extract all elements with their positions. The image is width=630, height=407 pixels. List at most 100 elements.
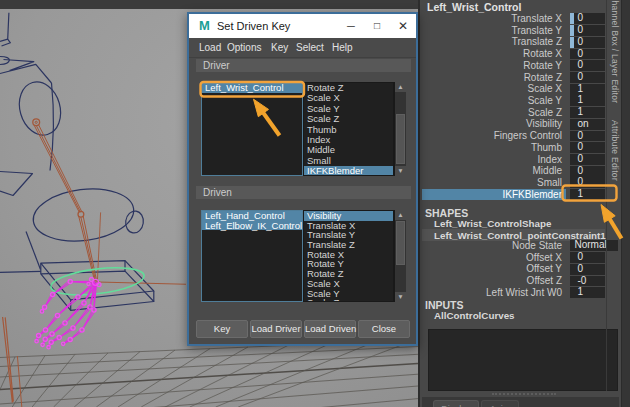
channel-value-field[interactable]: 0 [570,37,605,48]
layer-editor-tab-bar: Display Anim [422,397,619,407]
tab-channel-box-layer-editor[interactable]: Channel Box / Layer Editor [608,0,620,103]
channel-row[interactable]: IKFKBlemder 1 [422,189,619,201]
close-dialog-button[interactable]: Close [358,320,410,338]
channel-row[interactable]: Fingers Control 0 [422,130,619,142]
channel-value-field[interactable]: 0 [570,252,605,263]
load-driven-button[interactable]: Load Driven [304,320,356,338]
channel-value-field[interactable]: 1 [570,189,605,200]
channel-value-field[interactable]: 1 [570,95,605,106]
channel-value-field[interactable]: 0 [570,13,605,24]
channel-value-field[interactable]: on [570,119,605,130]
close-button[interactable]: ✕ [390,14,416,38]
channel-value-field[interactable]: 1 [570,107,605,118]
channel-value-field[interactable]: 0 [570,72,605,83]
channel-label[interactable]: Rotate X [422,48,566,59]
scroll-up-icon[interactable]: ▲ [395,210,406,220]
channel-value-field[interactable]: 0 [570,154,605,165]
input-node-name[interactable]: AllControlCurves [434,310,515,321]
channel-row[interactable]: Rotate Y 0 [422,60,619,72]
scrollbar-thumb[interactable] [396,221,405,265]
channel-value-field[interactable]: 1 [570,287,605,298]
driven-attr-scrollbar[interactable]: ▲ ▼ [394,210,406,302]
tab-display[interactable]: Display [433,400,479,407]
menu-load[interactable]: Load [199,38,221,58]
dialog-titlebar[interactable]: M Set Driven Key ─ □ ✕ [189,14,416,38]
channel-value-field[interactable]: 1 [570,84,605,95]
channel-label[interactable]: Translate Y [422,25,566,36]
channel-label[interactable]: Node State [422,240,566,251]
channel-label[interactable]: Translate X [422,13,566,24]
channel-label[interactable]: Index [422,154,566,165]
channel-label[interactable]: Scale Z [422,107,566,118]
channel-value-field[interactable]: -0 [570,276,605,287]
tab-anim[interactable]: Anim [481,400,519,407]
channel-label[interactable]: Offset Z [422,275,566,286]
channel-label[interactable]: IKFKBlemder [422,189,566,200]
list-item[interactable]: Left_Wrist_Control [202,83,302,93]
channel-row[interactable]: Middle 0 [422,165,619,177]
scroll-down-icon[interactable]: ▼ [395,292,406,302]
minimize-button[interactable]: ─ [338,14,364,38]
menu-options[interactable]: Options [227,38,261,58]
channel-row[interactable]: Scale Y 1 [422,95,619,107]
channel-label[interactable]: Visibility [422,118,566,129]
channel-label[interactable]: Small [422,177,566,188]
channel-label[interactable]: Rotate Y [422,60,566,71]
scroll-down-icon[interactable]: ▼ [395,166,406,176]
channel-label[interactable]: Fingers Control [422,130,566,141]
channel-value-field[interactable]: 0 [570,49,605,60]
menu-select[interactable]: Select [296,38,324,58]
load-driver-button[interactable]: Load Driver [250,320,302,338]
list-item[interactable]: Left_Elbow_IK_Control [202,221,302,231]
channel-row[interactable]: Index 0 [422,154,619,166]
channel-row[interactable]: Scale X 1 [422,83,619,95]
channel-value-field[interactable]: 0 [570,60,605,71]
channel-row[interactable]: Scale Z 1 [422,107,619,119]
channel-value-field[interactable]: 0 [570,177,605,188]
maximize-button[interactable]: □ [364,14,390,38]
list-item[interactable]: IKFKBlemder [304,166,393,176]
channel-box-object-name: Left_Wrist_Control [427,1,521,13]
channel-row[interactable]: Left Wrist Jnt W0 1 [422,287,619,299]
scroll-up-icon[interactable]: ▲ [395,82,406,92]
channel-value-field[interactable]: 0 [570,131,605,142]
key-button[interactable]: Key [196,320,248,338]
channel-label[interactable]: Scale Y [422,95,566,106]
channel-value-field[interactable]: 0 [570,264,605,275]
driver-attr-scrollbar[interactable]: ▲ ▼ [394,82,406,176]
channel-row[interactable]: Offset Z -0 [422,275,619,287]
list-item[interactable]: Scale Z [304,114,393,124]
menu-key[interactable]: Key [271,38,288,58]
channel-row[interactable]: Translate Y 0 [422,25,619,37]
channel-label[interactable]: Rotate Z [422,72,566,83]
channel-label[interactable]: Left Wrist Jnt W0 [422,287,566,298]
channel-row[interactable]: Node StateNormal [422,240,619,252]
channel-label[interactable]: Translate Z [422,36,566,47]
menu-help[interactable]: Help [332,38,353,58]
channel-label[interactable]: Offset X [422,252,566,263]
channel-row[interactable]: Rotate X 0 [422,48,619,60]
channel-label[interactable]: Middle [422,165,566,176]
driven-object-list: Left_Hand_ControlLeft_Elbow_IK_Control [201,210,303,302]
channel-value-field[interactable]: 0 [570,142,605,153]
channel-row[interactable]: Translate Z 0 [422,36,619,48]
channel-row[interactable]: Offset Y 0 [422,263,619,275]
scrollbar-thumb[interactable] [396,114,405,164]
channel-row[interactable]: Rotate Z 0 [422,72,619,84]
channel-row[interactable]: Small 0 [422,177,619,189]
splitter-handle-icon[interactable] [492,393,556,395]
list-item[interactable]: Scale Z [304,298,393,302]
shape-node-name[interactable]: Left_Wrist_ControlShape [434,218,551,229]
channel-row[interactable]: Offset X 0 [422,252,619,264]
channel-value-field[interactable]: 0 [570,25,605,36]
channel-value-field[interactable]: 0 [570,166,605,177]
tab-attribute-editor[interactable]: Attribute Editor [608,120,620,181]
channel-label[interactable]: Scale X [422,83,566,94]
channel-label[interactable]: Offset Y [422,263,566,274]
window-right-edge [621,0,630,407]
channel-row[interactable]: Translate X 0 [422,13,619,25]
channel-label[interactable]: Thumb [422,142,566,153]
channel-row[interactable]: Visibility on [422,118,619,130]
channel-row[interactable]: Thumb 0 [422,142,619,154]
channel-list: Translate X0Translate Y0Translate Z0Rota… [422,13,619,201]
